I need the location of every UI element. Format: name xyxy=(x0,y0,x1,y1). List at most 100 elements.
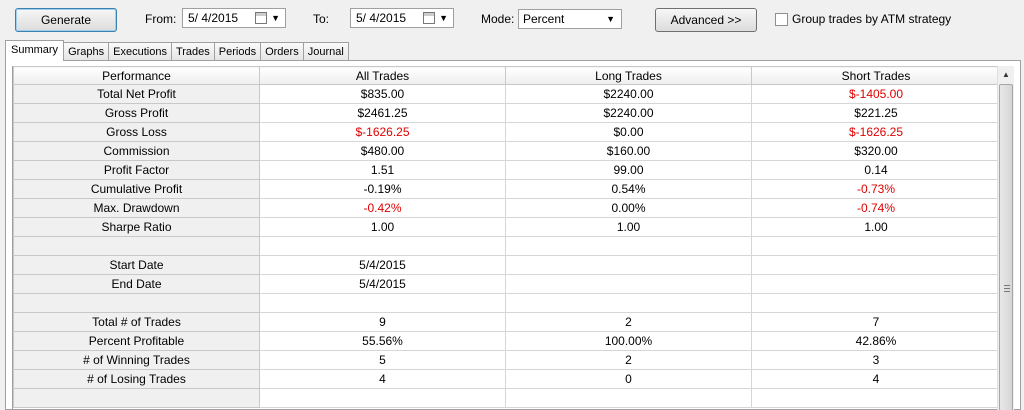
all-trades-cell: $2461.25 xyxy=(259,103,506,123)
table-row[interactable] xyxy=(13,293,999,313)
tab-trades[interactable]: Trades xyxy=(170,42,215,61)
table-row[interactable]: Sharpe Ratio 1.00 1.00 1.00 xyxy=(13,217,999,237)
tab-graphs[interactable]: Graphs xyxy=(63,42,110,61)
long-trades-cell: $2240.00 xyxy=(505,84,752,104)
row-label: # of Losing Trades xyxy=(13,369,260,389)
advanced-button[interactable]: Advanced >> xyxy=(655,8,757,32)
scrollbar-thumb[interactable] xyxy=(999,84,1013,410)
table-row[interactable]: # of Losing Trades 4 0 4 xyxy=(13,369,999,389)
mode-label: Mode: xyxy=(481,12,515,26)
table-row[interactable]: Total Net Profit $835.00 $2240.00 $-1405.00 xyxy=(13,84,999,104)
row-label: Commission xyxy=(13,141,260,161)
short-trades-cell xyxy=(751,255,999,275)
table-row[interactable]: Gross Loss $-1626.25 $0.00 $-1626.25 xyxy=(13,122,999,142)
long-trades-cell: 2 xyxy=(505,350,752,370)
calendar-icon[interactable] xyxy=(423,12,435,24)
short-trades-cell: -0.74% xyxy=(751,198,999,218)
performance-table: Performance All Trades Long Trades Short… xyxy=(13,66,999,408)
all-trades-cell: -0.19% xyxy=(259,179,506,199)
table-row[interactable]: Profit Factor 1.51 99.00 0.14 xyxy=(13,160,999,180)
to-date-picker[interactable]: 5/ 4/2015 ▼ xyxy=(350,8,454,28)
all-trades-cell: 4 xyxy=(259,369,506,389)
row-label: Gross Loss xyxy=(13,122,260,142)
summary-panel: Performance All Trades Long Trades Short… xyxy=(5,60,1021,410)
scroll-up-icon[interactable]: ▲ xyxy=(998,66,1014,83)
long-trades-cell: $160.00 xyxy=(505,141,752,161)
tab-periods[interactable]: Periods xyxy=(213,42,262,61)
from-date-picker[interactable]: 5/ 4/2015 ▼ xyxy=(182,8,286,28)
tab-journal[interactable]: Journal xyxy=(302,42,349,61)
all-trades-cell: 1.51 xyxy=(259,160,506,180)
table-row[interactable]: Total # of Trades 9 2 7 xyxy=(13,312,999,332)
tab-orders[interactable]: Orders xyxy=(260,42,304,61)
table-row[interactable]: Commission $480.00 $160.00 $320.00 xyxy=(13,141,999,161)
long-trades-cell xyxy=(505,388,752,408)
calendar-icon[interactable] xyxy=(255,12,267,24)
table-row[interactable] xyxy=(13,388,999,408)
short-trades-cell: 3 xyxy=(751,350,999,370)
long-trades-cell: $0.00 xyxy=(505,122,752,142)
short-trades-cell: $-1626.25 xyxy=(751,122,999,142)
performance-grid: Performance All Trades Long Trades Short… xyxy=(12,66,999,410)
from-label: From: xyxy=(145,12,177,26)
long-trades-cell xyxy=(505,255,752,275)
mode-select[interactable]: Percent ▼ xyxy=(518,9,622,29)
column-header-all-trades[interactable]: All Trades xyxy=(259,66,506,85)
chevron-down-icon[interactable]: ▼ xyxy=(271,9,280,27)
row-label: Profit Factor xyxy=(13,160,260,180)
table-row[interactable]: # of Winning Trades 5 2 3 xyxy=(13,350,999,370)
all-trades-cell: -0.42% xyxy=(259,198,506,218)
short-trades-cell: 0.14 xyxy=(751,160,999,180)
column-header-short-trades[interactable]: Short Trades xyxy=(751,66,999,85)
long-trades-cell: $2240.00 xyxy=(505,103,752,123)
short-trades-cell: 42.86% xyxy=(751,331,999,351)
short-trades-cell: $320.00 xyxy=(751,141,999,161)
from-date-value: 5/ 4/2015 xyxy=(188,11,239,25)
group-atm-label[interactable]: Group trades by ATM strategy xyxy=(792,11,951,27)
table-row[interactable]: Cumulative Profit -0.19% 0.54% -0.73% xyxy=(13,179,999,199)
short-trades-cell xyxy=(751,236,999,256)
all-trades-cell: 5 xyxy=(259,350,506,370)
row-label xyxy=(13,388,260,408)
all-trades-cell: 55.56% xyxy=(259,331,506,351)
long-trades-cell: 0.54% xyxy=(505,179,752,199)
row-label: Total Net Profit xyxy=(13,84,260,104)
chevron-down-icon[interactable]: ▼ xyxy=(439,9,448,27)
long-trades-cell: 0 xyxy=(505,369,752,389)
vertical-scrollbar[interactable]: ▲ xyxy=(997,66,1014,410)
all-trades-cell xyxy=(259,388,506,408)
column-header-long-trades[interactable]: Long Trades xyxy=(505,66,752,85)
short-trades-cell: $-1405.00 xyxy=(751,84,999,104)
row-label: Total # of Trades xyxy=(13,312,260,332)
table-row[interactable]: End Date 5/4/2015 xyxy=(13,274,999,294)
long-trades-cell xyxy=(505,293,752,313)
table-row[interactable]: Gross Profit $2461.25 $2240.00 $221.25 xyxy=(13,103,999,123)
short-trades-cell: -0.73% xyxy=(751,179,999,199)
row-label: Percent Profitable xyxy=(13,331,260,351)
tab-executions[interactable]: Executions xyxy=(108,42,172,61)
table-row[interactable] xyxy=(13,236,999,256)
long-trades-cell: 2 xyxy=(505,312,752,332)
long-trades-cell xyxy=(505,236,752,256)
generate-button[interactable]: Generate xyxy=(15,8,117,32)
row-label: End Date xyxy=(13,274,260,294)
grip-icon xyxy=(1004,285,1010,292)
table-row[interactable]: Start Date 5/4/2015 xyxy=(13,255,999,275)
group-atm-checkbox[interactable] xyxy=(775,13,788,26)
all-trades-cell: 1.00 xyxy=(259,217,506,237)
long-trades-cell: 99.00 xyxy=(505,160,752,180)
all-trades-cell: $-1626.25 xyxy=(259,122,506,142)
row-label: Max. Drawdown xyxy=(13,198,260,218)
column-header-performance[interactable]: Performance xyxy=(13,66,260,85)
short-trades-cell: 7 xyxy=(751,312,999,332)
to-label: To: xyxy=(313,12,330,26)
chevron-down-icon[interactable]: ▼ xyxy=(606,10,615,28)
table-row[interactable]: Percent Profitable 55.56% 100.00% 42.86% xyxy=(13,331,999,351)
table-row[interactable]: Max. Drawdown -0.42% 0.00% -0.74% xyxy=(13,198,999,218)
tab-summary[interactable]: Summary xyxy=(5,40,65,61)
row-label: Start Date xyxy=(13,255,260,275)
tab-bar: Summary Graphs Executions Trades Periods… xyxy=(5,40,349,61)
row-label: Sharpe Ratio xyxy=(13,217,260,237)
all-trades-cell: $480.00 xyxy=(259,141,506,161)
to-date-value: 5/ 4/2015 xyxy=(356,11,407,25)
